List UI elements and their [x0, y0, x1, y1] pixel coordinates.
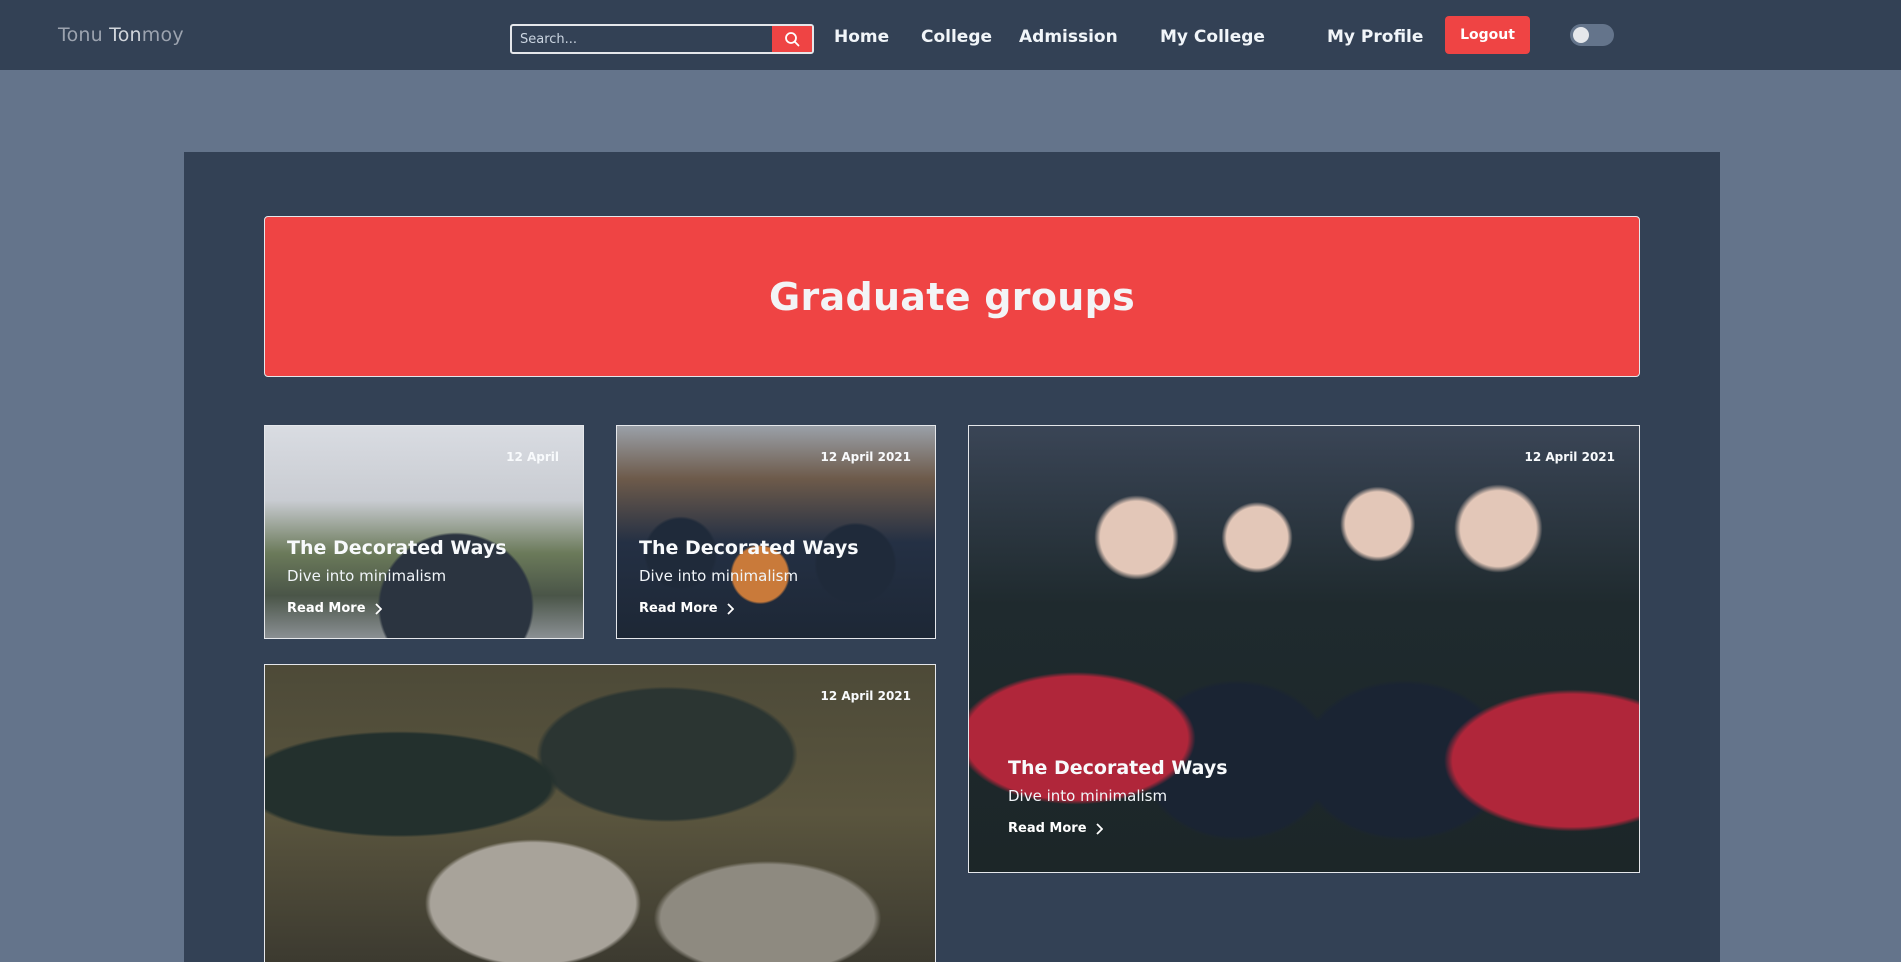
search-form: [510, 24, 814, 54]
brand-text-second: Ton: [109, 24, 142, 46]
card-date: 12 April 2021: [1524, 450, 1615, 464]
logout-button[interactable]: Logout: [1445, 16, 1530, 54]
search-button[interactable]: [772, 26, 812, 52]
card-date: 12 April 2021: [820, 450, 911, 464]
gallery-card-wide[interactable]: 12 April 2021: [264, 664, 936, 962]
nav-link-my-college[interactable]: My College: [1160, 27, 1265, 47]
card-subtitle: Dive into minimalism: [287, 567, 447, 585]
card-title: The Decorated Ways: [639, 537, 859, 559]
chevron-right-icon: [374, 602, 382, 615]
read-more-label: Read More: [1008, 821, 1087, 836]
chevron-right-icon: [726, 602, 734, 615]
nav-link-college[interactable]: College: [921, 27, 992, 47]
gallery-card[interactable]: 12 April 2021 The Decorated Ways Dive in…: [616, 425, 936, 639]
brand-text-third: moy: [141, 24, 184, 46]
card-date: 12 April 2021: [820, 689, 911, 703]
main-panel: Graduate groups 12 April The Decorated W…: [184, 152, 1720, 962]
gallery-card-featured[interactable]: 12 April 2021 The Decorated Ways Dive in…: [968, 425, 1640, 873]
card-info: The Decorated Ways Dive into minimalism …: [1008, 757, 1228, 836]
chevron-right-icon: [1095, 822, 1103, 835]
search-icon: [785, 32, 800, 47]
gallery-card[interactable]: 12 April The Decorated Ways Dive into mi…: [264, 425, 584, 639]
card-subtitle: Dive into minimalism: [1008, 787, 1168, 805]
read-more-link[interactable]: Read More: [287, 601, 382, 616]
hero-banner: Graduate groups: [264, 216, 1640, 377]
read-more-link[interactable]: Read More: [639, 601, 734, 616]
card-info: The Decorated Ways Dive into minimalism …: [287, 537, 507, 616]
read-more-label: Read More: [287, 601, 366, 616]
nav-link-my-profile[interactable]: My Profile: [1327, 27, 1423, 47]
theme-toggle[interactable]: [1570, 24, 1614, 46]
brand-text-first: Tonu: [58, 24, 110, 46]
card-info: The Decorated Ways Dive into minimalism …: [639, 537, 859, 616]
read-more-label: Read More: [639, 601, 718, 616]
card-title: The Decorated Ways: [287, 537, 507, 559]
nav-link-admission[interactable]: Admission: [1019, 27, 1118, 47]
brand-logo[interactable]: Tonu Tonmoy: [58, 24, 184, 46]
card-subtitle: Dive into minimalism: [639, 567, 799, 585]
top-navbar: Tonu Tonmoy Home College Admission My Co…: [0, 0, 1901, 70]
nav-link-home[interactable]: Home: [834, 27, 889, 47]
page-title: Graduate groups: [768, 274, 1136, 319]
read-more-link[interactable]: Read More: [1008, 821, 1103, 836]
card-date: 12 April: [506, 450, 559, 464]
search-input[interactable]: [512, 26, 772, 52]
card-title: The Decorated Ways: [1008, 757, 1228, 779]
toggle-knob: [1573, 27, 1589, 43]
